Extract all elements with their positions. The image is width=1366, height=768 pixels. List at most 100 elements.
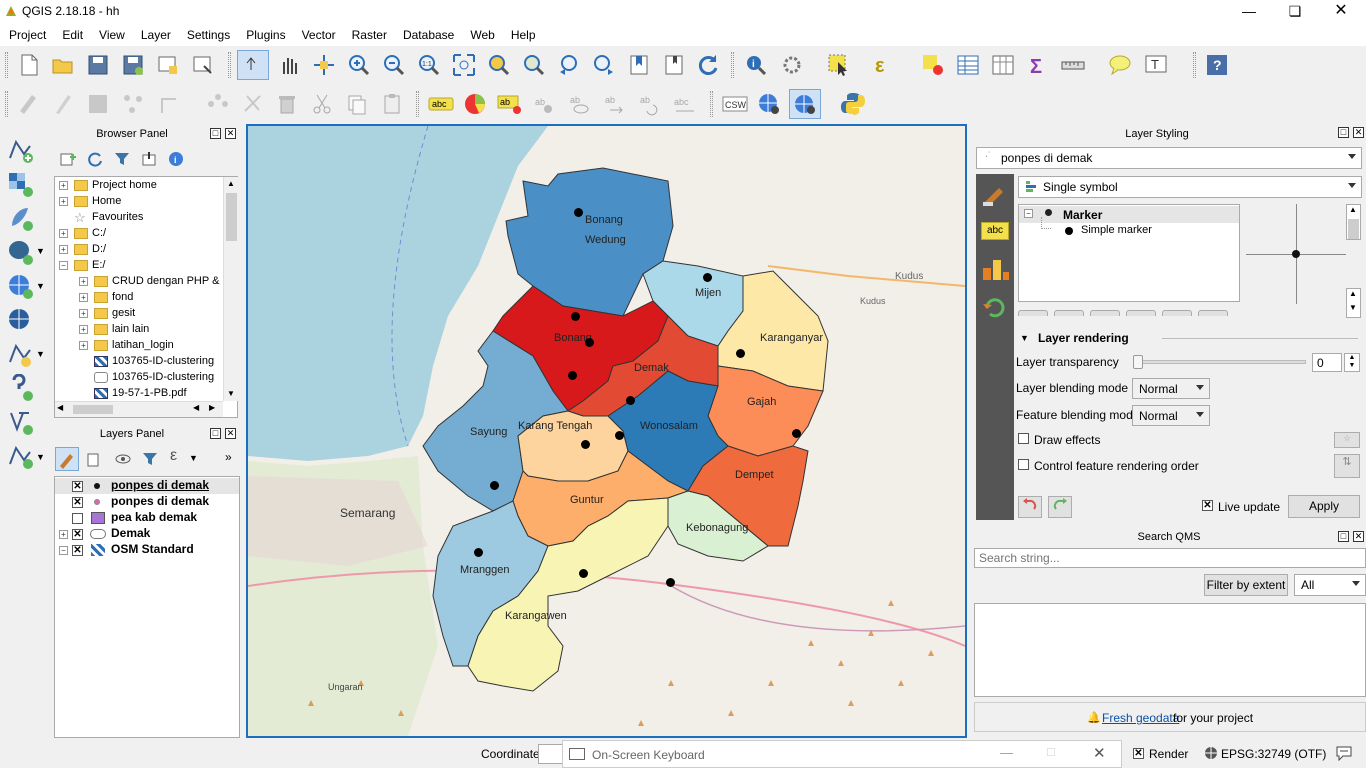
expand-icon[interactable]: + <box>79 340 88 350</box>
more-icon[interactable]: » <box>225 450 232 464</box>
open-attribute-table-icon[interactable] <box>955 52 981 78</box>
zoom-to-selection-icon[interactable] <box>486 52 512 78</box>
scroll-right-icon[interactable]: ▶ <box>209 403 215 412</box>
select-by-expression-icon[interactable]: ε <box>873 52 899 78</box>
browser-item[interactable]: + gesit <box>79 307 135 323</box>
renderer-combo[interactable]: Single symbol <box>1018 176 1362 198</box>
current-edits-icon[interactable] <box>16 91 42 117</box>
scroll-left-icon[interactable]: ◀ <box>193 403 199 412</box>
ponpes-point[interactable] <box>666 578 675 587</box>
dropdown-arrow-icon[interactable]: ▼ <box>36 281 45 291</box>
measure-line-icon[interactable] <box>1060 52 1086 78</box>
add-spatialite-layer-icon[interactable] <box>6 204 34 232</box>
expand-icon[interactable]: + <box>59 529 68 539</box>
transparency-spinbox[interactable]: 0 <box>1312 353 1342 372</box>
browser-item[interactable]: + Project home <box>59 179 157 195</box>
slider-handle[interactable] <box>1133 355 1143 369</box>
collapse-icon[interactable]: − <box>59 260 68 270</box>
layer-visibility-checkbox[interactable] <box>72 512 83 524</box>
on-screen-keyboard-window[interactable]: On-Screen Keyboard — □ ✕ <box>562 740 1122 768</box>
layer-labeling-icon[interactable]: abc <box>428 91 454 117</box>
new-print-composer-icon[interactable] <box>155 52 181 78</box>
menu-project[interactable]: Project <box>0 24 53 42</box>
deselect-features-icon[interactable] <box>920 52 946 78</box>
labels-tab-icon[interactable]: abc <box>981 222 1009 240</box>
spin-arrows-icon[interactable]: ▲ ▼ <box>1344 353 1360 372</box>
change-label-icon[interactable]: abc <box>672 91 698 117</box>
trash-icon[interactable] <box>274 91 300 117</box>
close-panel-icon[interactable]: ✕ <box>1353 531 1364 542</box>
filter-browser-icon[interactable] <box>114 151 130 170</box>
browser-item[interactable]: + Home <box>59 195 121 211</box>
scroll-up-icon[interactable]: ▲ <box>227 179 235 188</box>
touch-zoom-pan-icon[interactable] <box>237 50 269 80</box>
identify-features-icon[interactable]: i <box>743 52 769 78</box>
delete-selected-icon[interactable] <box>240 91 266 117</box>
float-panel-icon[interactable]: □ <box>1338 127 1349 138</box>
rotate-label-icon[interactable]: ab <box>637 91 663 117</box>
zoom-full-icon[interactable] <box>451 52 477 78</box>
python-console-icon[interactable] <box>840 91 866 117</box>
menu-layer[interactable]: Layer <box>132 24 178 42</box>
ponpes-point[interactable] <box>736 349 745 358</box>
zoom-actual-size-icon[interactable]: 1:1 <box>416 52 442 78</box>
add-wfs-layer-icon[interactable] <box>6 306 34 334</box>
ponpes-point[interactable] <box>490 481 499 490</box>
filter-legend-icon[interactable] <box>142 451 158 470</box>
menu-plugins[interactable]: Plugins <box>237 24 292 42</box>
expand-icon[interactable]: + <box>79 276 88 286</box>
add-group-icon[interactable] <box>86 451 102 470</box>
close-panel-icon[interactable]: ✕ <box>225 128 236 139</box>
browser-hscrollbar[interactable]: ◀ ◀ ▶ <box>55 401 223 417</box>
draw-effects-checkbox[interactable] <box>1018 433 1029 444</box>
browser-item[interactable]: ☆ Favourites <box>59 211 143 227</box>
save-project-icon[interactable] <box>85 52 111 78</box>
fresh-geodata-link[interactable]: Fresh geodata <box>1102 711 1179 725</box>
show-hide-labels-icon[interactable]: ab <box>567 91 593 117</box>
ponpes-point[interactable] <box>474 548 483 557</box>
quickmapservices-icon[interactable] <box>789 89 821 119</box>
csw-icon[interactable]: CSW <box>722 91 748 117</box>
float-panel-icon[interactable]: □ <box>210 428 221 439</box>
browser-item[interactable]: 103765-ID-clustering <box>79 371 214 387</box>
select-features-icon[interactable] <box>826 52 852 78</box>
expand-icon[interactable]: + <box>79 324 88 334</box>
browser-item[interactable]: + fond <box>79 291 133 307</box>
browser-item[interactable]: + D:/ <box>59 243 106 259</box>
zoom-in-icon[interactable] <box>346 52 372 78</box>
save-as-icon[interactable] <box>120 52 146 78</box>
copy-features-icon[interactable] <box>344 91 370 117</box>
browser-vscrollbar[interactable]: ▲ ▼ <box>223 177 238 401</box>
transparency-slider[interactable] <box>1133 355 1306 369</box>
layer-diagram-icon[interactable] <box>462 91 488 117</box>
menu-view[interactable]: View <box>90 24 132 42</box>
add-postgis-layer-icon[interactable] <box>6 238 34 266</box>
layer-select-combo[interactable]: ∙˙ ponpes di demak <box>976 147 1362 169</box>
menu-help[interactable]: Help <box>502 24 543 42</box>
menu-database[interactable]: Database <box>394 24 461 42</box>
browser-item[interactable]: − E:/ <box>59 259 105 275</box>
add-vector-layer-icon[interactable] <box>6 136 34 164</box>
browser-item[interactable]: + latihan_login <box>79 339 174 355</box>
highlight-pinned-labels-icon[interactable]: ab <box>497 91 523 117</box>
close-button[interactable]: ✕ <box>1318 0 1364 24</box>
map-tips-icon[interactable] <box>1107 52 1133 78</box>
ponpes-point[interactable] <box>581 440 590 449</box>
layer-row[interactable]: ✕ ponpes di demak <box>55 478 239 494</box>
add-delimited-text-icon[interactable] <box>6 373 34 402</box>
diagrams-tab-icon[interactable] <box>979 254 1011 286</box>
ponpes-point[interactable] <box>571 312 580 321</box>
layer-row[interactable]: + ✕ Demak <box>55 526 239 542</box>
float-panel-icon[interactable]: □ <box>210 128 221 139</box>
expand-icon[interactable]: + <box>59 244 68 254</box>
menu-web[interactable]: Web <box>461 24 501 42</box>
statistical-summary-icon[interactable]: Σ <box>1025 52 1051 78</box>
refresh-icon[interactable] <box>695 52 721 78</box>
preview-spin[interactable]: ▲ ▼ <box>1346 288 1361 318</box>
layer-row[interactable]: pea kab demak <box>55 510 239 526</box>
collapse-section-icon[interactable]: ▼ <box>1020 333 1029 343</box>
scroll-thumb[interactable] <box>1348 219 1359 239</box>
layer-visibility-checkbox[interactable]: ✕ <box>72 528 83 540</box>
new-project-icon[interactable] <box>16 52 42 78</box>
toggle-editing-icon[interactable] <box>50 91 76 117</box>
